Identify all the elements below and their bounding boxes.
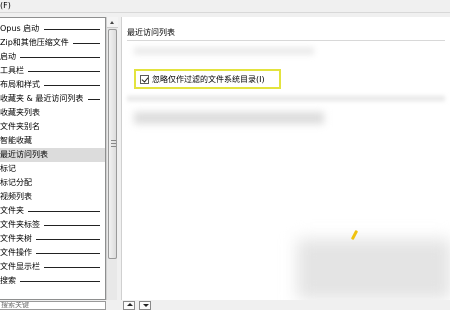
tree-item[interactable]: 智能收藏 [0,134,105,148]
tree-item[interactable]: 文件夹 [0,204,105,218]
grip-line [111,146,116,147]
tree-item[interactable]: 视频列表 [0,190,105,204]
tree-scrollbar[interactable] [106,17,118,300]
menu-bar: (F) [0,0,450,13]
tree-connector-line [44,225,100,226]
tree-item[interactable]: 布局和样式 [0,78,105,92]
grip-line [111,143,116,144]
tree-item[interactable]: 工具栏 [0,64,105,78]
tree-item[interactable]: 标记分配 [0,176,105,190]
blurred-content [134,112,324,124]
tree-connector-line [44,29,100,30]
move-up-button[interactable] [123,301,135,310]
scroll-up-icon[interactable] [107,17,118,28]
tree-item[interactable]: 收藏夹列表 [0,106,105,120]
tree-item-label: 文件夹树 [0,234,32,243]
tree-item-label: 启动 [0,52,16,61]
ignore-filter-dirs-option[interactable]: 忽略仅作过滤的文件系统目录(I) [134,69,281,89]
tree-connector-line [20,57,100,58]
tree-connector-line [36,253,100,254]
tree-search-input[interactable]: 搜索关键 [0,301,106,310]
settings-tree: Opus 启动 Zip和其他压缩文件 启动工具栏布局和样式收藏夹 & 最近访问列表收… [0,17,106,300]
file-menu[interactable]: (F) [0,1,11,11]
settings-panel: 最近访问列表 忽略仅作过滤的文件系统目录(I) [121,17,450,300]
tree-item[interactable]: 收藏夹 & 最近访问列表 [0,92,105,106]
tree-item-label: 文件夹标签 [0,220,40,229]
tree-item-label: Zip和其他压缩文件 [0,38,69,47]
tree-item[interactable]: 文件显示栏 [0,260,105,274]
arrow-down-icon [143,304,149,307]
tree-item[interactable]: 标记 [0,162,105,176]
grip-line [111,140,116,141]
tree-connector-line [28,71,100,72]
tree-item[interactable]: 启动 [0,50,105,64]
tree-connector-line [88,99,100,100]
tree-connector-line [36,239,100,240]
tree-item-label: 文件显示栏 [0,262,40,271]
blurred-content [134,47,314,55]
tree-item-label: 标记 [0,164,16,173]
tree-item[interactable]: Opus 启动 [0,22,105,36]
tree-connector-line [44,267,100,268]
blurred-region [297,239,450,300]
tree-item[interactable]: 文件夹别名 [0,120,105,134]
tree-item[interactable]: 搜索 [0,274,105,288]
title-divider [127,40,445,41]
tree-item-label: Opus 启动 [0,24,40,33]
tree-item[interactable]: 文件夹树 [0,232,105,246]
tree-item[interactable]: 文件夹标签 [0,218,105,232]
tree-item-label: 布局和样式 [0,80,40,89]
tree-item-label: 最近访问列表 [0,150,48,159]
tree-item-label: 智能收藏 [0,136,32,145]
move-down-button[interactable] [139,301,151,310]
tree-connector-line [73,43,100,44]
checkbox-checked-icon[interactable] [140,75,149,84]
tree-item-label: 工具栏 [0,66,24,75]
tree-connector-line [28,211,100,212]
tree-item-label: 文件夹别名 [0,122,40,131]
tree-item[interactable]: Zip和其他压缩文件 [0,36,105,50]
tree-item-label: 收藏夹列表 [0,108,40,117]
tree-item[interactable]: 文件操作 [0,246,105,260]
tree-connector-line [44,85,100,86]
tree-item-label: 收藏夹 & 最近访问列表 [0,94,84,103]
option-label[interactable]: 忽略仅作过滤的文件系统目录(I) [152,74,265,85]
tree-item[interactable]: 最近访问列表 [0,148,105,162]
arrow-up-icon [127,303,133,306]
tree-item-label: 文件夹 [0,206,24,215]
blurred-divider [127,96,445,101]
bottom-bar: 搜索关键 [0,300,450,310]
tree-connector-line [20,281,100,282]
tree-item-label: 标记分配 [0,178,32,187]
scrollbar-thumb[interactable] [108,29,117,259]
tree-item-label: 文件操作 [0,248,32,257]
panel-title: 最近访问列表 [127,28,175,37]
tree-item-label: 视频列表 [0,192,32,201]
tree-item-label: 搜索 [0,276,16,285]
